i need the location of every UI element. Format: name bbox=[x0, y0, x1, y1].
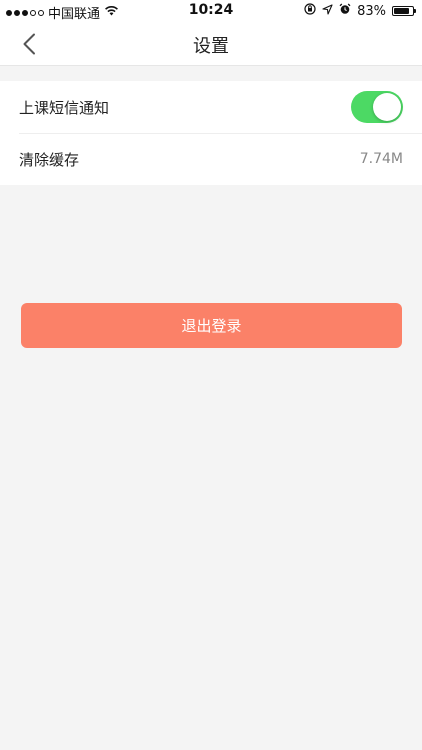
orientation-lock-icon bbox=[304, 3, 316, 19]
status-bar: 中国联通 10:24 83% bbox=[0, 0, 422, 22]
alarm-icon bbox=[339, 3, 351, 19]
settings-list: 上课短信通知 清除缓存 7.74M bbox=[0, 81, 422, 185]
setting-label: 上课短信通知 bbox=[19, 98, 110, 117]
battery-percent: 83% bbox=[357, 3, 386, 19]
sms-notification-toggle[interactable] bbox=[351, 91, 403, 123]
location-icon bbox=[322, 3, 333, 19]
status-right: 83% bbox=[304, 3, 416, 19]
setting-clear-cache[interactable]: 清除缓存 7.74M bbox=[0, 133, 422, 185]
logout-button[interactable]: 退出登录 bbox=[21, 303, 402, 348]
navigation-bar: 设置 bbox=[0, 22, 422, 66]
page-title: 设置 bbox=[193, 36, 229, 57]
setting-label: 清除缓存 bbox=[19, 150, 80, 169]
setting-sms-notification: 上课短信通知 bbox=[0, 81, 422, 133]
toggle-knob bbox=[373, 93, 401, 121]
battery-icon bbox=[392, 6, 416, 16]
battery-fill bbox=[394, 8, 409, 14]
cache-size: 7.74M bbox=[359, 151, 403, 167]
